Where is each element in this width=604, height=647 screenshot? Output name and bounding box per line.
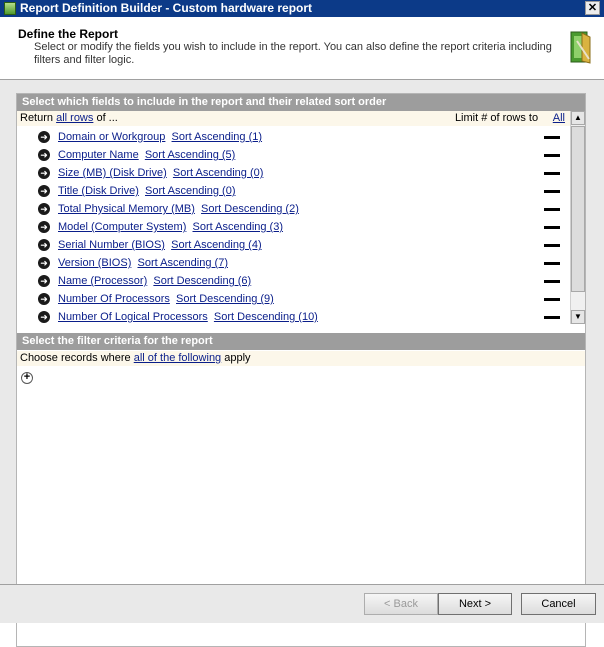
- field-link[interactable]: Number Of Processors: [58, 293, 170, 305]
- limit-label: Limit # of rows to: [454, 112, 539, 124]
- all-rows-link[interactable]: all rows: [56, 112, 93, 124]
- sort-link[interactable]: Sort Ascending (7): [137, 257, 228, 269]
- cancel-button[interactable]: Cancel: [521, 593, 596, 615]
- window-title: Report Definition Builder - Custom hardw…: [20, 1, 313, 15]
- report-wizard-icon: [570, 31, 591, 64]
- scroll-thumb[interactable]: [571, 126, 585, 292]
- fields-scrollbar[interactable]: ▲ ▼: [570, 111, 585, 324]
- sort-link[interactable]: Sort Ascending (0): [173, 167, 264, 179]
- arrow-right-icon[interactable]: ➜: [38, 203, 50, 215]
- list-item: ➜ Name (Processor) Sort Descending (6): [17, 272, 570, 290]
- scroll-up-icon[interactable]: ▲: [571, 111, 585, 125]
- title-bar: Report Definition Builder - Custom hardw…: [0, 0, 604, 17]
- sort-link[interactable]: Sort Ascending (4): [171, 239, 262, 251]
- field-entry: Number Of Processors Sort Descending (9): [58, 290, 274, 308]
- fields-list: ➜ Domain or Workgroup Sort Ascending (1)…: [17, 128, 570, 323]
- list-item: ➜ Domain or Workgroup Sort Ascending (1): [17, 128, 570, 146]
- remove-field-icon[interactable]: [544, 190, 560, 193]
- limit-rows: Limit # of rows to All: [455, 111, 565, 126]
- list-item: ➜ Computer Name Sort Ascending (5): [17, 146, 570, 164]
- sort-link[interactable]: Sort Ascending (0): [145, 185, 236, 197]
- field-entry: Computer Name Sort Ascending (5): [58, 146, 235, 164]
- wizard-header: Define the Report Select or modify the f…: [0, 17, 604, 80]
- arrow-right-icon[interactable]: ➜: [38, 311, 50, 323]
- list-item: ➜ Title (Disk Drive) Sort Ascending (0): [17, 182, 570, 200]
- sort-link[interactable]: Sort Ascending (1): [172, 131, 263, 143]
- field-link[interactable]: Model (Computer System): [58, 221, 186, 233]
- field-link[interactable]: Computer Name: [58, 149, 139, 161]
- fields-section-heading: Select which fields to include in the re…: [17, 94, 585, 111]
- page-description: Select or modify the fields you wish to …: [34, 41, 552, 66]
- filter-criteria-bar: Choose records where all of the followin…: [17, 351, 585, 366]
- field-link[interactable]: Number Of Logical Processors: [58, 311, 208, 323]
- field-entry: Version (BIOS) Sort Ascending (7): [58, 254, 228, 272]
- remove-field-icon[interactable]: [544, 280, 560, 283]
- sort-link[interactable]: Sort Descending (2): [201, 203, 299, 215]
- sort-link[interactable]: Sort Ascending (3): [193, 221, 284, 233]
- field-link[interactable]: Domain or Workgroup: [58, 131, 165, 143]
- back-button[interactable]: < Back: [364, 593, 438, 615]
- field-entry: Domain or Workgroup Sort Ascending (1): [58, 128, 262, 146]
- field-entry: Size (MB) (Disk Drive) Sort Ascending (0…: [58, 164, 263, 182]
- field-entry: Title (Disk Drive) Sort Ascending (0): [58, 182, 236, 200]
- filter-section-heading: Select the filter criteria for the repor…: [17, 333, 585, 350]
- return-suffix: of ...: [96, 112, 118, 124]
- remove-field-icon[interactable]: [544, 262, 560, 265]
- arrow-right-icon[interactable]: ➜: [38, 275, 50, 287]
- arrow-right-icon[interactable]: ➜: [38, 221, 50, 233]
- field-entry: Number Of Logical Processors Sort Descen…: [58, 308, 318, 323]
- remove-field-icon[interactable]: [544, 316, 560, 319]
- arrow-right-icon[interactable]: ➜: [38, 257, 50, 269]
- choose-prefix: Choose records where: [20, 352, 131, 364]
- return-rows-bar: Return all rows of ... Limit # of rows t…: [17, 111, 585, 126]
- report-panel: Select which fields to include in the re…: [16, 93, 586, 647]
- field-entry: Model (Computer System) Sort Ascending (…: [58, 218, 283, 236]
- page-title: Define the Report: [18, 27, 119, 41]
- sort-link[interactable]: Sort Descending (9): [176, 293, 274, 305]
- list-item: ➜ Total Physical Memory (MB) Sort Descen…: [17, 200, 570, 218]
- sort-link[interactable]: Sort Ascending (5): [145, 149, 236, 161]
- field-link[interactable]: Size (MB) (Disk Drive): [58, 167, 167, 179]
- field-entry: Total Physical Memory (MB) Sort Descendi…: [58, 200, 299, 218]
- next-button[interactable]: Next >: [438, 593, 512, 615]
- list-item: ➜ Version (BIOS) Sort Ascending (7): [17, 254, 570, 272]
- list-item: ➜ Model (Computer System) Sort Ascending…: [17, 218, 570, 236]
- field-link[interactable]: Title (Disk Drive): [58, 185, 139, 197]
- arrow-right-icon[interactable]: ➜: [38, 149, 50, 161]
- remove-field-icon[interactable]: [544, 208, 560, 211]
- field-link[interactable]: Total Physical Memory (MB): [58, 203, 195, 215]
- add-criteria-icon[interactable]: +: [21, 372, 33, 384]
- list-item: ➜ Size (MB) (Disk Drive) Sort Ascending …: [17, 164, 570, 182]
- scroll-down-icon[interactable]: ▼: [571, 310, 585, 324]
- return-prefix: Return: [20, 112, 54, 124]
- all-of-the-following-link[interactable]: all of the following: [134, 352, 221, 364]
- arrow-right-icon[interactable]: ➜: [38, 293, 50, 305]
- field-link[interactable]: Serial Number (BIOS): [58, 239, 165, 251]
- wizard-footer: < Back Next > Cancel: [0, 585, 604, 623]
- remove-field-icon[interactable]: [544, 172, 560, 175]
- sort-link[interactable]: Sort Descending (6): [153, 275, 251, 287]
- remove-field-icon[interactable]: [544, 244, 560, 247]
- sort-link[interactable]: Sort Descending (10): [214, 311, 318, 323]
- choose-suffix: apply: [224, 352, 251, 364]
- arrow-right-icon[interactable]: ➜: [38, 239, 50, 251]
- remove-field-icon[interactable]: [544, 136, 560, 139]
- field-entry: Serial Number (BIOS) Sort Ascending (4): [58, 236, 262, 254]
- arrow-right-icon[interactable]: ➜: [38, 167, 50, 179]
- arrow-right-icon[interactable]: ➜: [38, 185, 50, 197]
- field-link[interactable]: Version (BIOS): [58, 257, 131, 269]
- list-item: ➜ Number Of Logical Processors Sort Desc…: [17, 308, 570, 323]
- remove-field-icon[interactable]: [544, 154, 560, 157]
- list-item: ➜ Serial Number (BIOS) Sort Ascending (4…: [17, 236, 570, 254]
- arrow-right-icon[interactable]: ➜: [38, 131, 50, 143]
- field-entry: Name (Processor) Sort Descending (6): [58, 272, 251, 290]
- remove-field-icon[interactable]: [544, 298, 560, 301]
- remove-field-icon[interactable]: [544, 226, 560, 229]
- list-item: ➜ Number Of Processors Sort Descending (…: [17, 290, 570, 308]
- field-link[interactable]: Name (Processor): [58, 275, 147, 287]
- limit-all-link[interactable]: All: [553, 112, 565, 124]
- app-icon: [4, 2, 16, 15]
- close-icon[interactable]: ✕: [585, 1, 600, 15]
